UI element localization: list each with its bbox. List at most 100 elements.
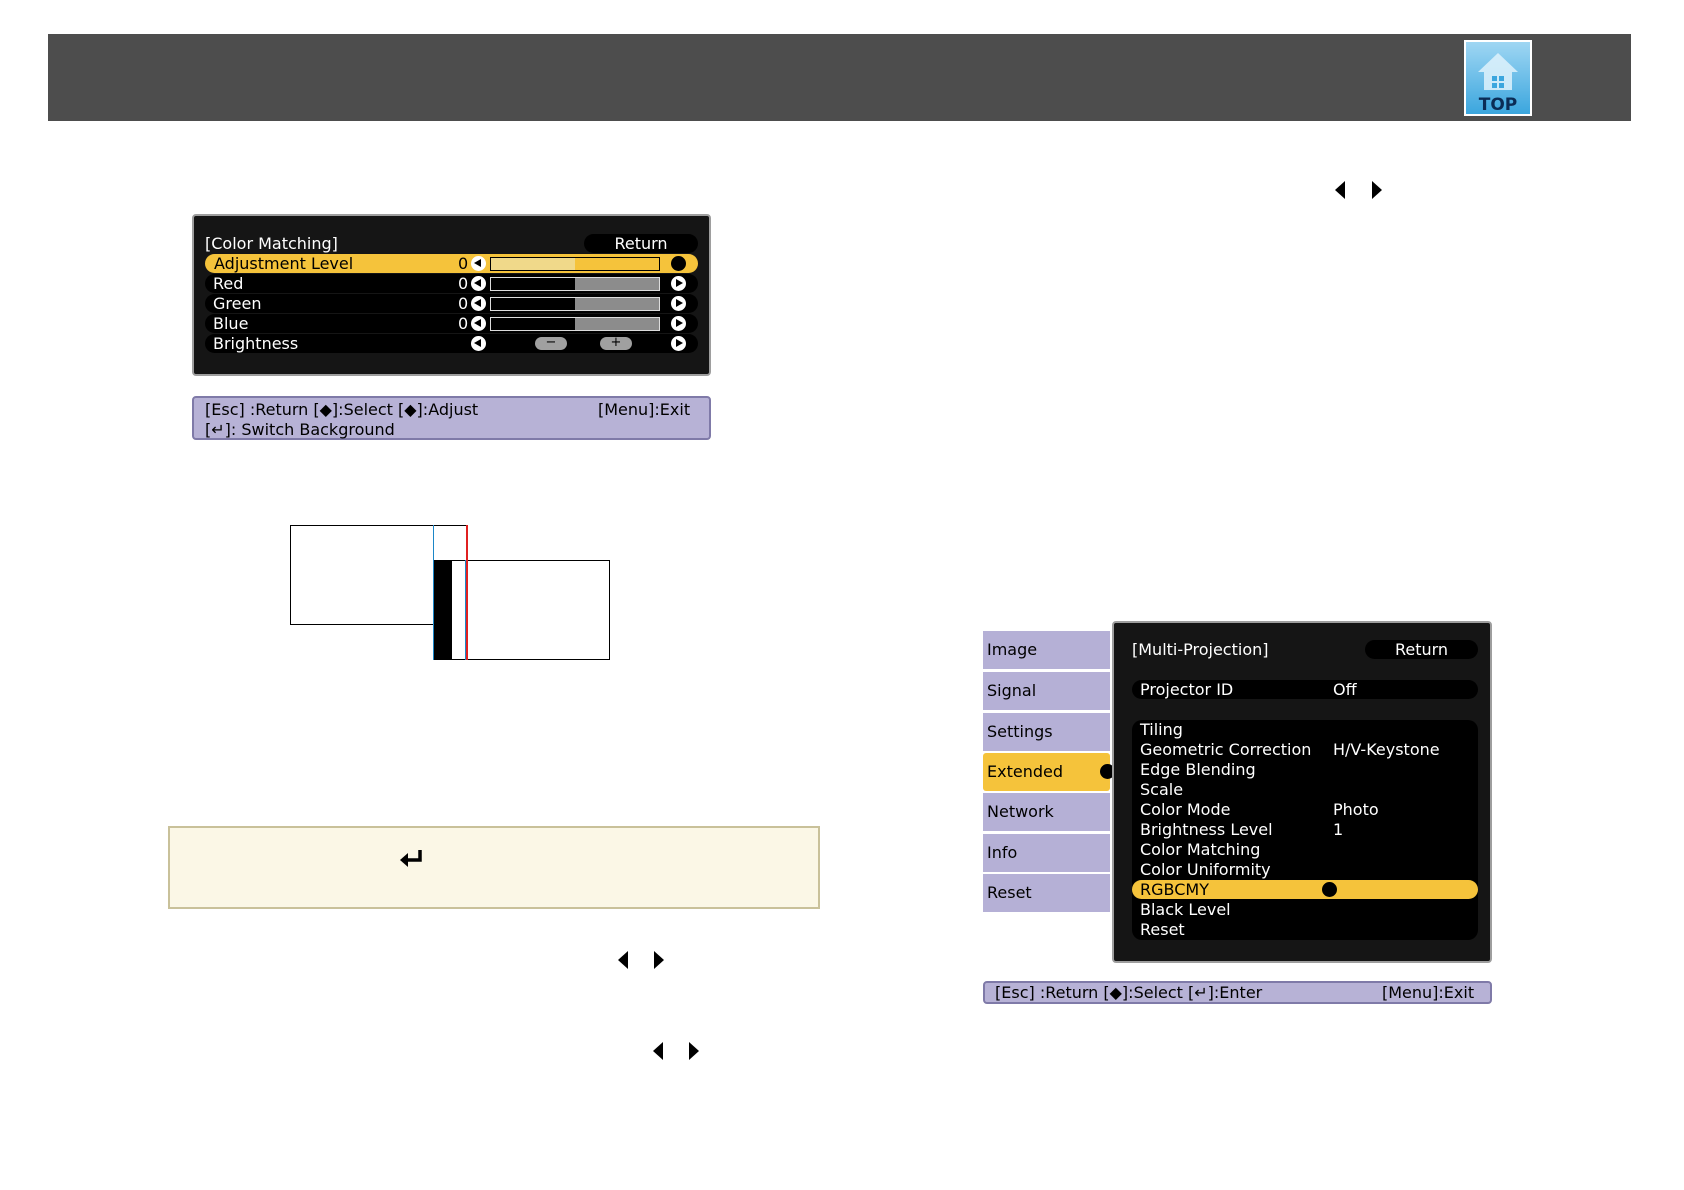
menu-item-geometric-correction[interactable]: Geometric Correction H/V-Keystone [1132,740,1478,759]
extended-help-bar: [Esc] :Return [◆]:Select [↵]:Enter [Menu… [983,981,1492,1004]
tab-signal[interactable]: Signal [983,672,1110,710]
level-bar[interactable] [490,297,660,311]
help-line2: [↵]: Switch Background [205,420,395,439]
tab-extended[interactable]: Extended [983,753,1115,791]
decrease-arrow-icon[interactable] [471,256,486,271]
menu-title: [Color Matching] [205,234,338,253]
item-label: Color Mode [1140,800,1231,819]
menu-item-color-matching[interactable]: Color Matching [1132,840,1478,859]
increase-arrow-icon[interactable] [671,276,686,291]
top-label: TOP [1478,95,1518,115]
row-label: Adjustment Level [214,254,354,273]
row-value: 0 [458,294,469,313]
right-screen [433,560,610,660]
enter-icon [400,850,422,867]
return-button[interactable]: Return [584,234,698,253]
color-matching-menu: [Color Matching] Return Adjustment Level… [192,214,711,376]
menu-item-reset[interactable]: Reset [1132,920,1478,939]
right-arrow-icon [1372,181,1382,199]
row-value: 0 [458,254,469,273]
increase-arrow-icon[interactable] [671,336,686,351]
row-red[interactable]: Red 0 [205,274,698,293]
item-label: Geometric Correction [1140,740,1312,759]
help-line1: [Esc] :Return [◆]:Select [◆]:Adjust [205,400,479,419]
level-bar[interactable] [490,317,660,331]
decrease-arrow-icon[interactable] [471,296,486,311]
menu-item-brightness-level[interactable]: Brightness Level 1 [1132,820,1478,839]
enter-icon [1322,882,1337,897]
multi-projection-menu: [Multi-Projection] Return Projector ID O… [1112,621,1492,963]
level-fill [491,298,575,310]
row-label: Red [213,274,244,293]
menu-item-edge-blending[interactable]: Edge Blending [1132,760,1478,779]
menu-item-color-mode[interactable]: Color Mode Photo [1132,800,1478,819]
color-matching-help-bar: [Esc] :Return [◆]:Select [◆]:Adjust [Men… [192,396,711,440]
row-value: Off [1333,680,1357,699]
menu-item-color-uniformity[interactable]: Color Uniformity [1132,860,1478,879]
note-box [168,826,820,909]
minus-icon[interactable]: − [535,336,567,350]
projector-id-row[interactable]: Projector ID Off [1132,680,1478,699]
menu-item-list: Tiling Geometric Correction H/V-Keystone Ed… [1132,720,1478,940]
increase-arrow-icon[interactable] [671,316,686,331]
left-screen-top-edge [433,525,467,526]
return-button[interactable]: Return [1365,640,1478,659]
help-text: [Esc] :Return [◆]:Select [↵]:Enter [995,983,1263,1002]
decrease-arrow-icon[interactable] [471,316,486,331]
overlap-black-band [434,561,452,659]
item-label: Black Level [1140,900,1231,919]
help-exit: [Menu]:Exit [598,400,691,419]
row-label: Brightness [213,334,299,353]
decrease-arrow-icon[interactable] [471,276,486,291]
tab-reset[interactable]: Reset [983,874,1110,912]
increase-arrow-icon[interactable] [671,296,686,311]
row-blue[interactable]: Blue 0 [205,314,698,333]
increase-arrow-icon[interactable] [671,256,686,271]
row-label: Green [213,294,262,313]
level-fill [491,258,575,270]
tab-info[interactable]: Info [983,834,1110,872]
level-bar[interactable] [490,257,660,271]
row-label: Projector ID [1140,680,1234,699]
menu-item-tiling[interactable]: Tiling [1132,720,1478,739]
item-label: Tiling [1140,720,1183,739]
decrease-arrow-icon[interactable] [471,336,486,351]
item-value: Photo [1333,800,1379,819]
row-value: 0 [458,274,469,293]
row-label: Blue [213,314,249,333]
item-label: Reset [1140,920,1185,939]
item-label: Color Matching [1140,840,1261,859]
item-label: Scale [1140,780,1184,799]
level-fill [491,318,575,330]
level-fill [491,278,575,290]
red-edge-line [466,525,468,660]
tab-image[interactable]: Image [983,631,1110,669]
tab-settings[interactable]: Settings [983,713,1110,751]
left-arrow-icon [1335,181,1345,199]
item-label: Edge Blending [1140,760,1256,779]
menu-title: [Multi-Projection] [1132,640,1269,659]
left-arrow-icon [618,951,628,969]
menu-item-scale[interactable]: Scale [1132,780,1478,799]
menu-item-black-level[interactable]: Black Level [1132,900,1478,919]
level-bar[interactable] [490,277,660,291]
blue-edge-line [465,560,466,660]
help-exit: [Menu]:Exit [1382,983,1475,1002]
tab-label: Extended [987,762,1063,781]
row-brightness[interactable]: Brightness − + [205,334,698,353]
header-band [48,34,1631,121]
menu-item-rgbcmy[interactable]: RGBCMY [1132,880,1478,899]
item-value: 1 [1333,820,1344,839]
item-value: H/V-Keystone [1333,740,1440,759]
top-button[interactable]: TOP [1464,40,1532,116]
row-adjustment-level[interactable]: Adjustment Level 0 [205,254,698,273]
row-value: 0 [458,314,469,333]
plus-icon[interactable]: + [600,336,632,350]
home-icon [1478,53,1518,90]
item-label: RGBCMY [1140,880,1209,899]
right-arrow-icon [654,951,664,969]
row-green[interactable]: Green 0 [205,294,698,313]
right-arrow-icon [689,1042,699,1060]
left-arrow-icon [653,1042,663,1060]
tab-network[interactable]: Network [983,793,1110,831]
